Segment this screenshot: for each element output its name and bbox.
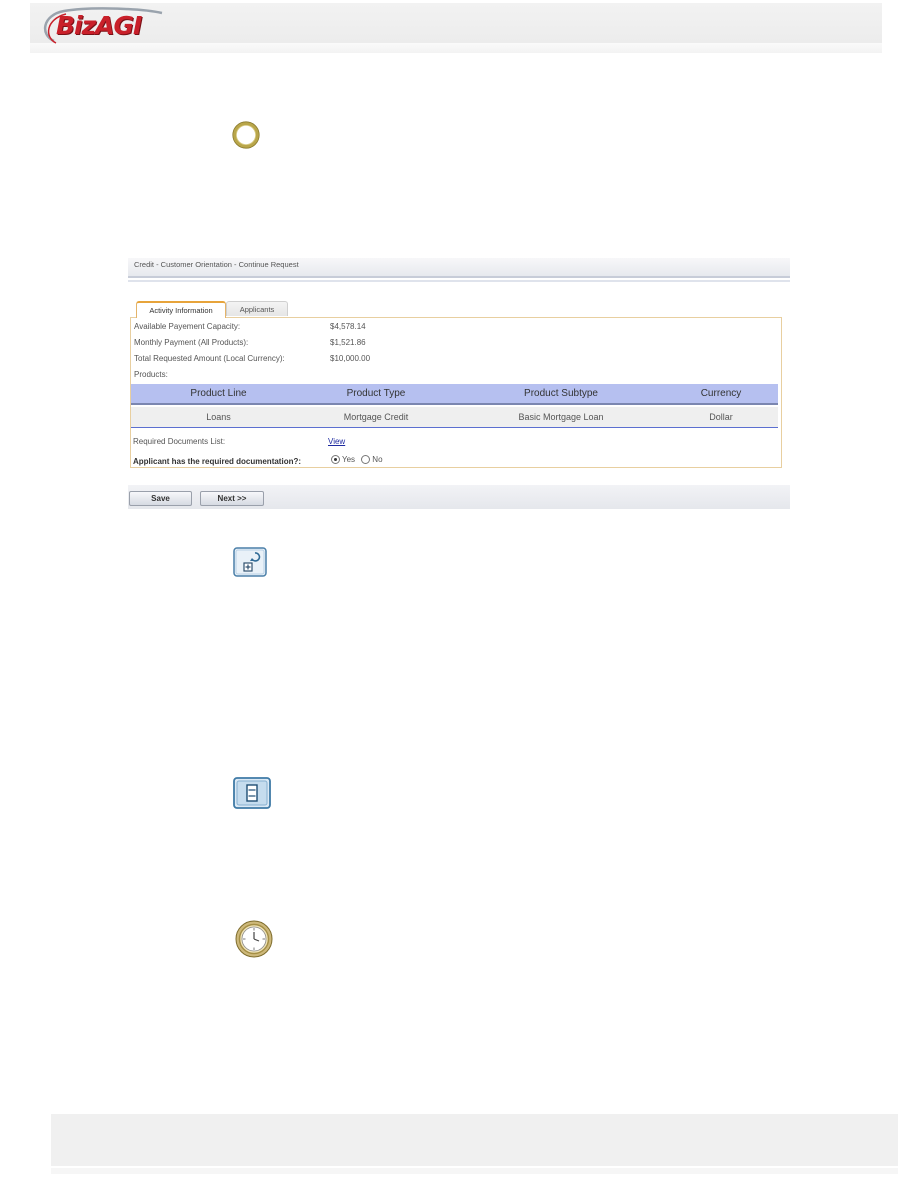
view-documents-link[interactable]: View	[328, 437, 345, 446]
activity-screen: Credit - Customer Orientation - Continue…	[128, 258, 790, 509]
divider	[128, 280, 790, 282]
screen-title-bar: Credit - Customer Orientation - Continue…	[128, 258, 790, 278]
field-label-payment-capacity: Available Payement Capacity:	[134, 322, 241, 331]
column-header-product-type[interactable]: Product Type	[286, 384, 466, 403]
radio-no[interactable]	[361, 455, 371, 465]
required-documents-label: Required Documents List:	[133, 437, 226, 446]
field-label-total-requested: Total Requested Amount (Local Currency):	[134, 354, 285, 363]
save-button[interactable]: Save	[129, 491, 192, 506]
page-header: BizAGI	[30, 3, 882, 53]
start-event-icon	[231, 120, 261, 155]
field-label-products: Products:	[134, 370, 168, 379]
column-header-currency[interactable]: Currency	[676, 384, 766, 403]
table-row[interactable]: Loans Mortgage Credit Basic Mortgage Loa…	[131, 407, 778, 428]
column-header-product-line[interactable]: Product Line	[131, 384, 306, 403]
field-value-monthly-payment: $1,521.86	[330, 338, 366, 347]
tab-activity-information[interactable]: Activity Information	[136, 301, 226, 318]
screen-title: Credit - Customer Orientation - Continue…	[134, 260, 299, 269]
field-value-total-requested: $10,000.00	[330, 354, 371, 363]
timer-event-icon	[233, 918, 275, 965]
tab-applicants[interactable]: Applicants	[226, 301, 288, 316]
documentation-radio-group: Yes No	[331, 455, 387, 465]
radio-yes[interactable]	[331, 455, 340, 465]
bizagi-logo: BizAGI	[34, 5, 184, 49]
logo-text: BizAGI	[56, 11, 142, 40]
products-table-header: Product Line Product Type Product Subtyp…	[131, 384, 778, 405]
next-button[interactable]: Next >>	[200, 491, 264, 506]
documentation-question: Applicant has the required documentation…	[133, 457, 302, 466]
page-footer	[51, 1114, 898, 1174]
column-header-product-subtype[interactable]: Product Subtype	[476, 384, 646, 403]
cell-product-subtype: Basic Mortgage Loan	[518, 412, 604, 422]
button-bar: Save Next >>	[128, 485, 790, 509]
radio-yes-label: Yes	[342, 455, 356, 465]
task-icon	[233, 777, 271, 814]
field-value-payment-capacity: $4,578.14	[330, 322, 366, 331]
cell-product-line: Loans	[206, 412, 231, 422]
subprocess-icon	[233, 547, 267, 582]
cell-product-type: Mortgage Credit	[343, 412, 409, 422]
field-label-monthly-payment: Monthly Payment (All Products):	[134, 338, 249, 347]
radio-no-label: No	[372, 455, 383, 465]
cell-currency: Dollar	[709, 412, 733, 422]
